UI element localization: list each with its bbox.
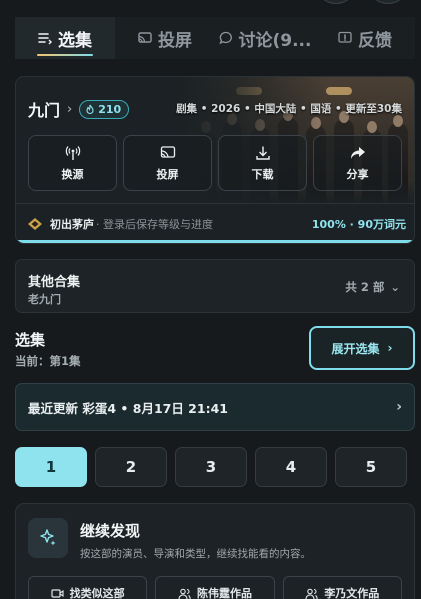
people-icon xyxy=(178,588,191,599)
discover-card: 继续发现 按这部的演员、导演和类型，继续找能看的内容。 找类似这部 陈伟霆作品 … xyxy=(15,503,415,599)
top-edge xyxy=(0,0,421,8)
action-label: 下载 xyxy=(251,167,274,181)
episode-button[interactable]: 1 xyxy=(15,447,87,487)
action-label: 换源 xyxy=(61,167,84,181)
tab-label: 选集 xyxy=(58,30,92,51)
chevron-right-icon: › xyxy=(67,101,73,117)
chevron-right-icon: › xyxy=(396,399,402,415)
chevron-right-icon: › xyxy=(387,341,393,355)
latest-update[interactable]: 最近更新 彩蛋4 • 8月17日 21:41 › xyxy=(15,383,415,431)
rank-label: 初出茅庐 xyxy=(50,218,94,231)
signal-icon xyxy=(65,145,80,160)
episode-button[interactable]: 3 xyxy=(175,447,247,487)
share-button[interactable]: 分享 xyxy=(313,135,402,191)
tab-bar: 选集 投屏 讨论(9... 反馈 xyxy=(15,17,415,59)
cast-button[interactable]: 投屏 xyxy=(123,135,212,191)
chip-label: 找类似这部 xyxy=(69,587,125,599)
episode-button[interactable]: 2 xyxy=(95,447,167,487)
tab-discussion[interactable]: 讨论(9... xyxy=(215,17,315,59)
expand-label: 展开选集 xyxy=(331,341,380,356)
download-icon xyxy=(255,146,270,160)
show-title-row[interactable]: 九门 › 210 xyxy=(28,97,130,121)
tab-feedback[interactable]: 反馈 xyxy=(315,17,415,59)
episode-list: 1 2 3 4 5 xyxy=(15,447,407,487)
level-progress[interactable]: 初出茅庐 · 登录后保存等级与进度 100% · 90万词元 xyxy=(26,214,406,234)
collection-count: 共 2 部 ⌄ xyxy=(345,279,400,295)
comment-icon xyxy=(218,31,232,45)
chip-label: 李乃文作品 xyxy=(324,587,380,599)
action-label: 分享 xyxy=(346,167,369,181)
flame-icon xyxy=(86,104,94,114)
cast-icon xyxy=(160,145,175,158)
actor-works-button[interactable]: 陈伟霆作品 xyxy=(155,576,275,599)
chevron-down-icon: ⌄ xyxy=(390,280,400,294)
progress-value: 100% · 90万词元 xyxy=(311,218,406,231)
progress-bar xyxy=(16,240,414,243)
collection-subtitle: 老九门 xyxy=(28,293,61,306)
current-episode: 当前：第1集 xyxy=(15,354,81,368)
divider xyxy=(16,203,414,204)
show-meta: 剧集 • 2026 • 中国大陆 • 国语 • 更新至30集 xyxy=(176,103,402,115)
feedback-icon xyxy=(338,31,352,43)
sparkle-icon xyxy=(28,518,68,558)
login-hint: · 登录后保存等级与进度 xyxy=(96,218,213,231)
similar-button[interactable]: 找类似这部 xyxy=(28,576,148,599)
action-label: 投屏 xyxy=(156,167,179,181)
action-row: 换源 投屏 下载 分享 xyxy=(28,135,402,191)
discover-title: 继续发现 xyxy=(80,522,141,540)
partial-round-button[interactable] xyxy=(370,0,406,4)
switch-source-button[interactable]: 换源 xyxy=(28,135,117,191)
collections-heading: 其他合集 xyxy=(28,275,81,290)
tab-label: 投屏 xyxy=(158,30,192,51)
list-icon xyxy=(38,33,52,45)
video-icon xyxy=(51,588,64,598)
other-collections[interactable]: 其他合集 老九门 共 2 部 ⌄ xyxy=(15,259,415,313)
actor-works-button[interactable]: 李乃文作品 xyxy=(282,576,402,599)
count-label: 共 2 部 xyxy=(345,280,385,294)
episodes-title: 选集 xyxy=(15,331,46,349)
discover-description: 按这部的演员、导演和类型，继续找能看的内容。 xyxy=(80,548,311,560)
episode-button[interactable]: 4 xyxy=(255,447,327,487)
tab-label: 讨论(9... xyxy=(238,30,312,51)
expand-episodes-button[interactable]: 展开选集 › xyxy=(309,326,415,370)
show-card: 九门 › 210 剧集 • 2026 • 中国大陆 • 国语 • 更新至30集 … xyxy=(15,76,415,244)
show-title: 九门 xyxy=(28,101,61,120)
people-icon xyxy=(305,588,318,599)
tab-label: 反馈 xyxy=(358,30,392,51)
download-button[interactable]: 下载 xyxy=(218,135,307,191)
partial-round-button[interactable] xyxy=(318,0,354,4)
badge-value: 210 xyxy=(98,102,122,116)
episode-button[interactable]: 5 xyxy=(335,447,407,487)
discover-chips: 找类似这部 陈伟霆作品 李乃文作品 xyxy=(28,576,402,599)
tab-cast[interactable]: 投屏 xyxy=(115,17,215,59)
tab-episodes[interactable]: 选集 xyxy=(15,17,115,59)
share-icon xyxy=(350,146,365,159)
heat-badge: 210 xyxy=(79,99,130,119)
latest-update-text: 最近更新 彩蛋4 • 8月17日 21:41 xyxy=(28,400,228,416)
cast-icon xyxy=(138,32,152,43)
rank-icon xyxy=(28,218,42,230)
chip-label: 陈伟霆作品 xyxy=(196,587,252,599)
